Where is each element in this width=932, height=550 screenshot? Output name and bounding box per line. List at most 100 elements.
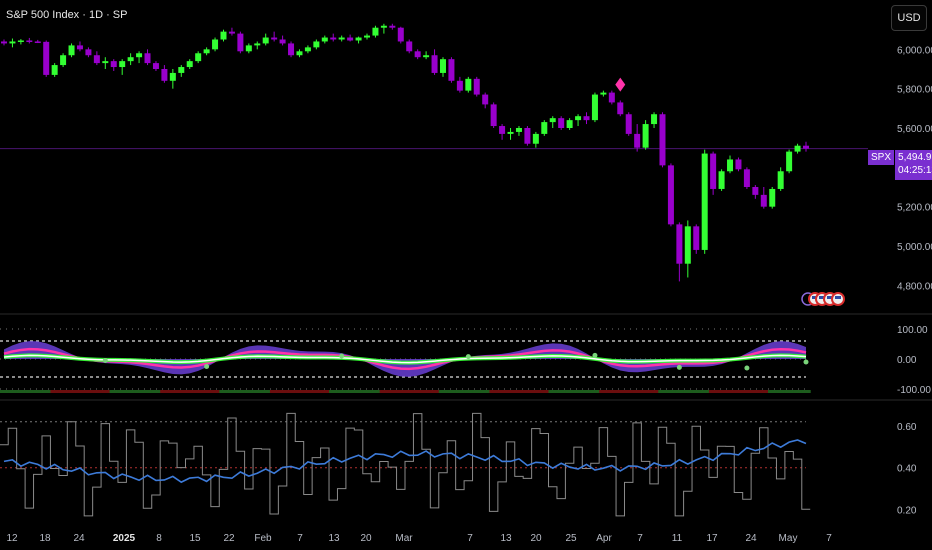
candle [330, 37, 337, 40]
symbol-tag: SPX [868, 150, 895, 165]
status-bar-segment [692, 390, 701, 393]
candle [254, 43, 261, 46]
osc-tick-label: -100.00 [897, 385, 931, 396]
status-bar-segment [126, 390, 136, 393]
status-bar-segment [405, 390, 414, 393]
status-bar-segment [261, 390, 271, 393]
status-bar-segment [725, 390, 735, 393]
candle [490, 104, 497, 127]
candle [9, 41, 16, 44]
candle [423, 55, 430, 58]
currency-button[interactable]: USD [891, 5, 927, 31]
candle [727, 159, 734, 172]
osc-tick-label: 100.00 [897, 325, 928, 336]
status-bar-segment [759, 390, 769, 393]
x-tick-label: 7 [297, 533, 303, 544]
candle [17, 40, 24, 42]
status-bar-segment [337, 390, 347, 393]
candle [380, 25, 387, 28]
status-bar-segment [396, 390, 406, 393]
chart-title: S&P 500 Index · 1D · SP [6, 9, 128, 21]
candle [515, 128, 522, 132]
candle [355, 37, 362, 41]
candle [693, 226, 700, 250]
candle [43, 41, 50, 75]
status-bar-segment [388, 390, 398, 393]
x-tick-label: May [779, 533, 798, 544]
status-bar-segment [506, 390, 516, 393]
candle [651, 114, 658, 125]
status-bar-segment [768, 390, 777, 393]
status-bar-segment [599, 390, 609, 393]
status-bar-segment [514, 390, 524, 393]
price-pane[interactable] [0, 23, 868, 306]
x-tick-label: 11 [672, 533, 683, 544]
status-bar-segment [160, 390, 170, 393]
status-bar-segment [168, 390, 178, 393]
candle [625, 114, 632, 134]
status-bar-segment [117, 390, 127, 393]
status-bar-segment [320, 390, 330, 393]
status-bar-segment [202, 390, 212, 393]
candle [102, 61, 109, 64]
cross-dot [744, 365, 750, 371]
candle [203, 49, 210, 54]
candle [414, 51, 421, 58]
candle [237, 33, 244, 52]
candle [608, 92, 615, 103]
candle [279, 39, 286, 44]
candle [271, 37, 278, 40]
candle [262, 37, 269, 44]
candle [575, 116, 582, 121]
cross-dot [592, 352, 598, 358]
lower-tick-label: 0.20 [897, 506, 917, 517]
candle [566, 120, 573, 128]
status-bar-segment [717, 390, 727, 393]
status-bar-segment [447, 390, 457, 393]
candle [786, 151, 793, 172]
candle [676, 224, 683, 264]
lower-indicator-pane[interactable] [0, 412, 811, 517]
status-bar-segment [624, 390, 634, 393]
status-bar-segment [438, 390, 448, 393]
price-tick-label: 6,000.00 [897, 45, 932, 56]
status-bar-segment [784, 390, 794, 393]
status-bar-segment [345, 390, 355, 393]
candle [76, 45, 83, 50]
status-bar-segment [362, 390, 372, 393]
candle [110, 61, 117, 68]
candle [338, 37, 345, 40]
last-price-box: 5,494.91 04:25:13 [895, 150, 932, 180]
status-bar-segment [219, 390, 229, 393]
candle [144, 53, 151, 64]
price-tick-label: 5,000.00 [897, 242, 932, 253]
candle [152, 63, 159, 69]
x-tick-label: 24 [745, 533, 757, 544]
candle [431, 55, 438, 73]
status-bar-segment [67, 390, 77, 393]
candle [228, 31, 235, 34]
candle [524, 128, 531, 144]
x-tick-label: 7 [637, 533, 643, 544]
candle [499, 126, 506, 134]
status-bar-segment [675, 390, 685, 393]
status-bar-segment [489, 390, 499, 393]
x-tick-label: Mar [395, 533, 413, 544]
candle [760, 194, 767, 207]
status-bar-segment [25, 390, 35, 393]
status-bar-segment [548, 390, 558, 393]
candle [558, 118, 565, 128]
oscillator-pane[interactable] [0, 328, 811, 393]
candle [288, 43, 295, 56]
status-bar-segment [193, 390, 203, 393]
x-tick-label: 20 [530, 533, 542, 544]
status-bar-segment [641, 390, 651, 393]
status-bar-segment [84, 390, 94, 393]
status-bar-segment [151, 390, 161, 393]
status-bar-segment [573, 390, 583, 393]
status-bar-segment [286, 390, 296, 393]
candle [212, 39, 219, 50]
candle [1, 41, 7, 44]
x-tick-label: 7 [467, 533, 473, 544]
status-bar-segment [58, 390, 68, 393]
